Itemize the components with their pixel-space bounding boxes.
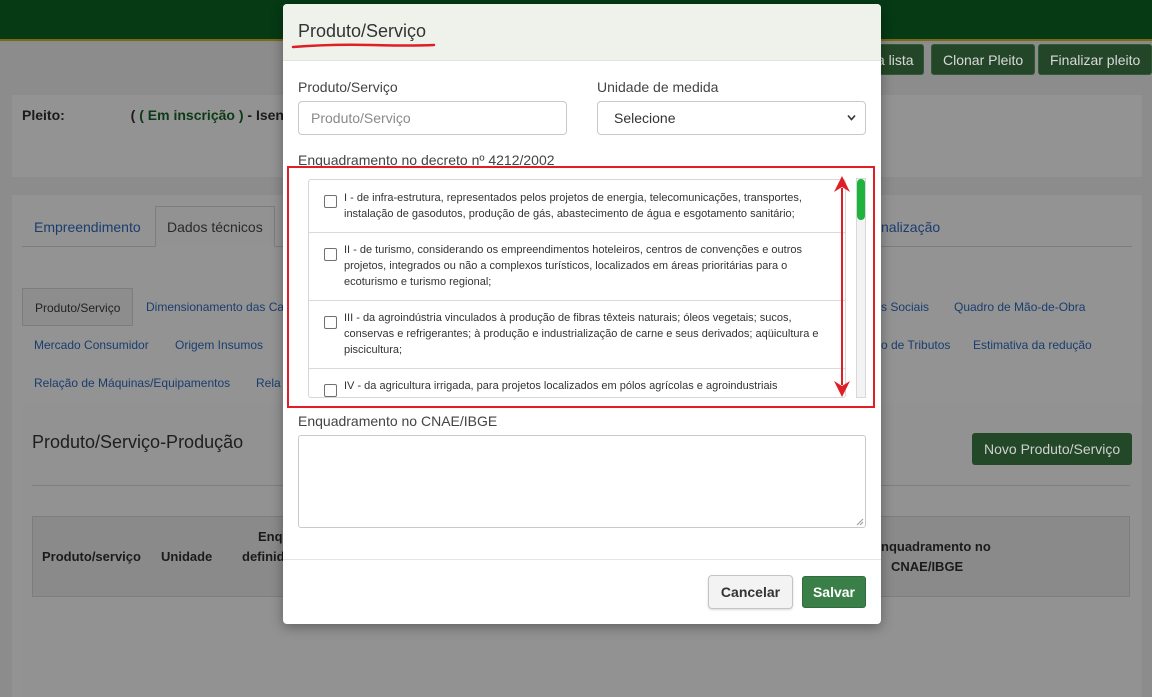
list-item[interactable]: II - de turismo, considerando os empreen… <box>309 233 845 301</box>
list-item[interactable]: III - da agroindústria vinculados à prod… <box>309 301 845 369</box>
list-item[interactable]: I - de infra-estrutura, representados pe… <box>309 180 845 233</box>
tab-dados-tecnicos[interactable]: Dados técnicos <box>155 206 275 247</box>
th-enquadramento-line2: definid <box>242 549 285 564</box>
unit-select[interactable]: Selecione <box>597 101 866 135</box>
subtab-quadro-mao-de-obra[interactable]: Quadro de Mão-de-Obra <box>954 300 1085 314</box>
cancel-button[interactable]: Cancelar <box>708 575 793 609</box>
resize-handle-icon[interactable] <box>856 518 864 526</box>
save-button[interactable]: Salvar <box>802 576 866 608</box>
tab-finalizacao[interactable]: nalização <box>881 219 940 235</box>
scroll-arrow-annotation <box>834 176 850 397</box>
clone-pleito-button[interactable]: Clonar Pleito <box>931 44 1036 75</box>
cnae-label: Enquadramento no CNAE/IBGE <box>298 413 498 429</box>
modal-title: Produto/Serviço <box>298 21 427 41</box>
unit-select-value: Selecione <box>614 110 676 126</box>
subtab-estimativa-reducao[interactable]: Estimativa da redução <box>973 338 1092 352</box>
new-product-button[interactable]: Novo Produto/Serviço <box>972 433 1133 465</box>
cnae-textarea[interactable] <box>298 435 866 528</box>
back-to-list-button[interactable]: a lista <box>874 44 924 75</box>
subtab-relacao[interactable]: Rela <box>256 376 281 390</box>
pleito-label: Pleito: <box>22 107 65 123</box>
modal-footer-divider <box>283 559 881 560</box>
scrollbar-thumb[interactable] <box>857 179 865 220</box>
pleito-info: Pleito: ( ( Em inscrição ) - Isenç <box>22 107 292 123</box>
th-cnae-line1: nquadramento no <box>881 539 991 554</box>
decree-checkbox-1[interactable] <box>324 195 337 208</box>
tab-empreendimento[interactable]: Empreendimento <box>34 219 141 235</box>
finalize-pleito-button[interactable]: Finalizar pleito <box>1038 44 1152 75</box>
pleito-prefix: ( <box>130 107 136 123</box>
title-underline-annotation <box>291 43 436 49</box>
subtab-origem-insumos[interactable]: Origem Insumos <box>175 338 263 352</box>
th-unidade: Unidade <box>161 549 213 564</box>
subtab-mercado-consumidor[interactable]: Mercado Consumidor <box>34 338 149 352</box>
subtab-maquinas-equipamentos[interactable]: Relação de Máquinas/Equipamentos <box>34 376 230 390</box>
list-item[interactable]: IV - da agricultura irrigada, para proje… <box>309 369 845 397</box>
chevron-down-icon <box>847 114 856 121</box>
decree-text-4: IV - da agricultura irrigada, para proje… <box>344 380 778 392</box>
decree-text-2: II - de turismo, considerando os empreen… <box>344 244 802 288</box>
subtab-tributos[interactable]: o de Tributos <box>881 338 950 352</box>
section-title: Produto/Serviço-Produção <box>32 432 244 452</box>
decree-checkbox-3[interactable] <box>324 316 337 329</box>
decree-checkbox-4[interactable] <box>324 384 337 397</box>
th-enquadramento-line1: Enq <box>258 529 283 544</box>
unit-label: Unidade de medida <box>597 79 719 95</box>
product-input[interactable] <box>298 101 567 135</box>
decree-checklist[interactable]: I - de infra-estrutura, representados pe… <box>308 179 846 398</box>
subtab-produto-servico[interactable]: Produto/Serviço <box>22 288 134 326</box>
decree-text-3: III - da agroindústria vinculados à prod… <box>344 312 819 356</box>
th-cnae-line2: CNAE/IBGE <box>891 559 964 574</box>
subtab-dimensionamento[interactable]: Dimensionamento das Ca <box>146 300 284 314</box>
subtab-sociais[interactable]: s Sociais <box>881 300 929 314</box>
modal-header: Produto/Serviço <box>283 4 881 61</box>
product-label: Produto/Serviço <box>298 79 398 95</box>
pleito-status: ( Em inscrição ) <box>139 107 244 123</box>
th-produto-servico: Produto/serviço <box>42 549 141 564</box>
decree-checkbox-2[interactable] <box>324 248 337 261</box>
decree-text-1: I - de infra-estrutura, representados pe… <box>344 192 802 220</box>
product-service-modal: Produto/Serviço Produto/Serviço Unidade … <box>283 4 881 624</box>
